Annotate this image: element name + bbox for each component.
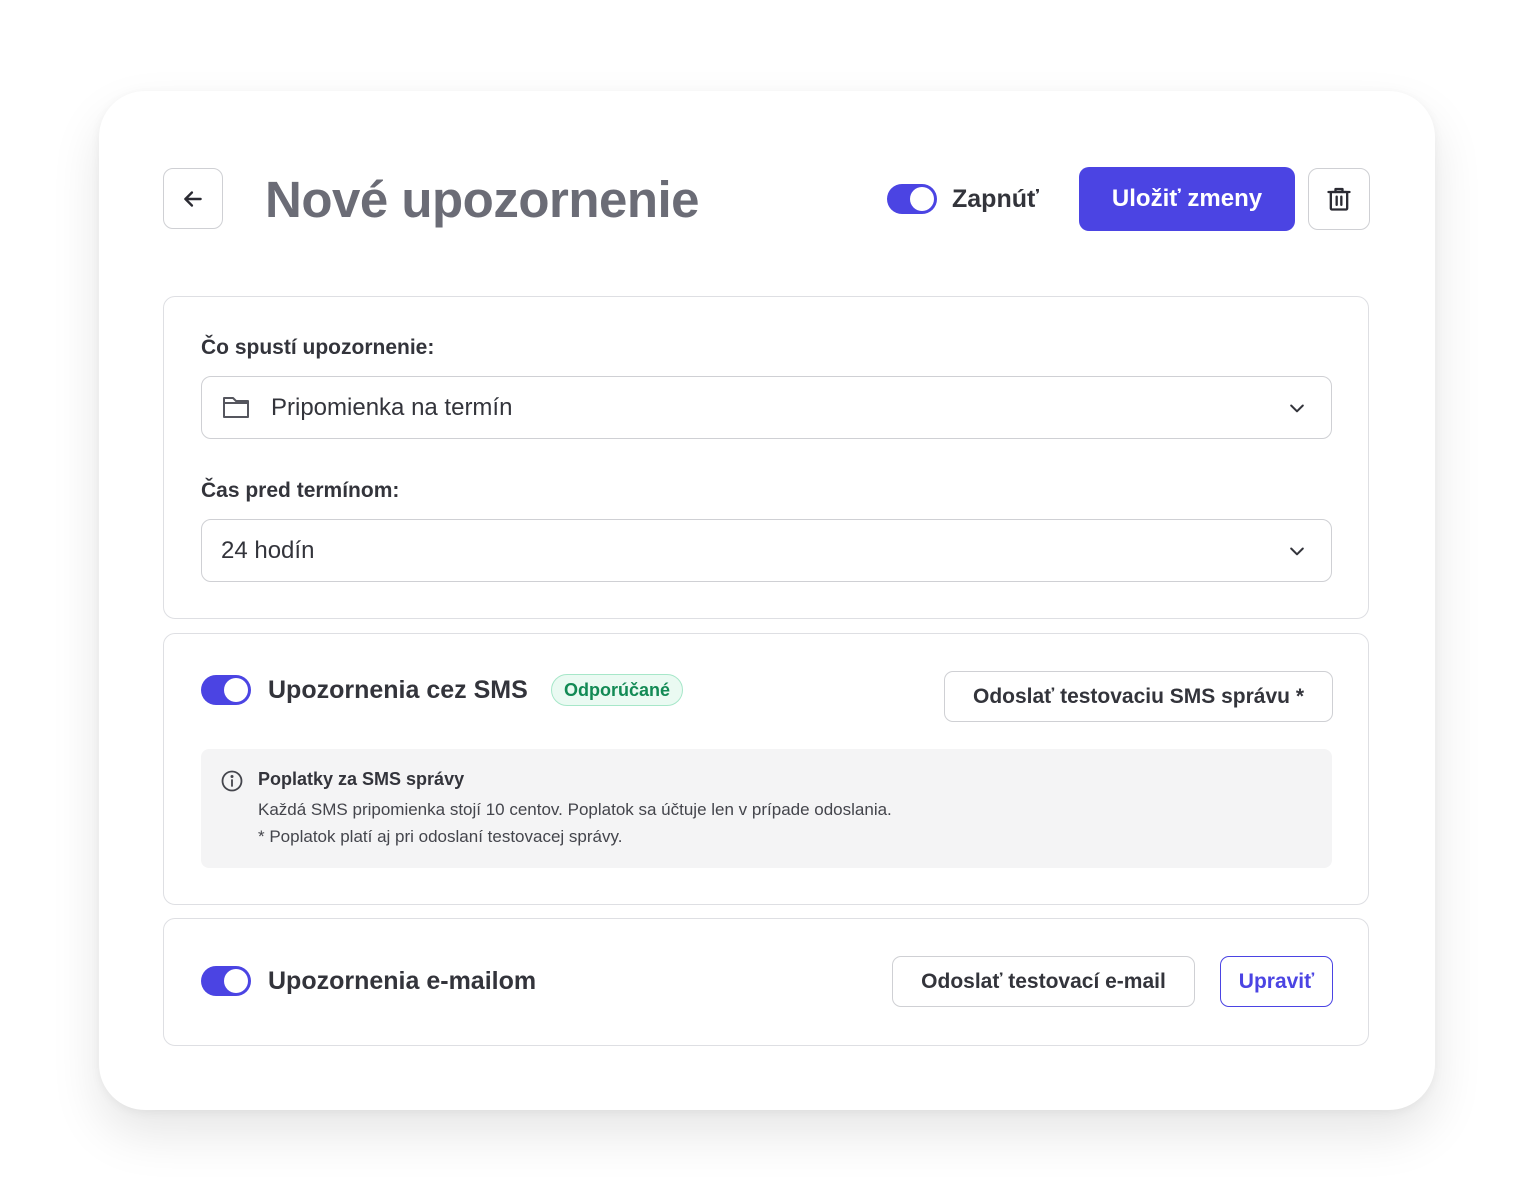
page-title: Nové upozornenie <box>265 171 700 228</box>
trigger-value: Pripomienka na termín <box>271 394 513 421</box>
edit-email-button[interactable]: Upraviť <box>1220 956 1333 1007</box>
sms-fees-info: Poplatky za SMS správy Každá SMS pripomi… <box>201 749 1332 868</box>
time-select[interactable]: 24 hodín <box>201 519 1332 582</box>
info-icon <box>221 770 243 792</box>
enable-toggle[interactable] <box>887 184 937 214</box>
delete-button[interactable] <box>1308 168 1370 230</box>
sms-section: Upozornenia cez SMS Odporúčané Odoslať t… <box>163 633 1369 905</box>
time-label: Čas pred termínom: <box>201 479 400 502</box>
trash-icon <box>1327 187 1351 211</box>
save-button[interactable]: Uložiť zmeny <box>1079 167 1295 231</box>
send-test-email-button[interactable]: Odoslať testovací e-mail <box>892 956 1195 1007</box>
sms-title: Upozornenia cez SMS <box>268 676 528 704</box>
folder-icon <box>223 397 249 418</box>
enable-label: Zapnúť <box>952 185 1039 213</box>
toggle-knob <box>224 969 248 993</box>
email-section: Upozornenia e-mailom Odoslať testovací e… <box>163 918 1369 1046</box>
info-line-2: * Poplatok platí aj pri odoslaní testova… <box>258 827 623 846</box>
arrow-left-icon <box>184 190 202 207</box>
trigger-select[interactable]: Pripomienka na termín <box>201 376 1332 439</box>
send-test-sms-button[interactable]: Odoslať testovaciu SMS správu * <box>944 671 1333 722</box>
info-title: Poplatky za SMS správy <box>258 769 465 789</box>
sms-toggle[interactable] <box>201 675 251 705</box>
back-button[interactable] <box>163 168 223 229</box>
email-toggle[interactable] <box>201 966 251 996</box>
chevron-down-icon <box>1290 404 1304 413</box>
alert-editor-card: Nové upozornenie Zapnúť Uložiť zmeny Čo … <box>99 91 1435 1110</box>
toggle-knob <box>910 187 934 211</box>
trigger-label: Čo spustí upozornenie: <box>201 336 435 359</box>
info-line-1: Každá SMS pripomienka stojí 10 centov. P… <box>258 800 892 819</box>
trigger-section: Čo spustí upozornenie: Pripomienka na te… <box>163 296 1369 619</box>
toggle-knob <box>224 678 248 702</box>
recommended-badge: Odporúčané <box>551 674 684 706</box>
time-value: 24 hodín <box>221 537 315 564</box>
email-title: Upozornenia e-mailom <box>268 967 537 995</box>
chevron-down-icon <box>1290 547 1304 556</box>
